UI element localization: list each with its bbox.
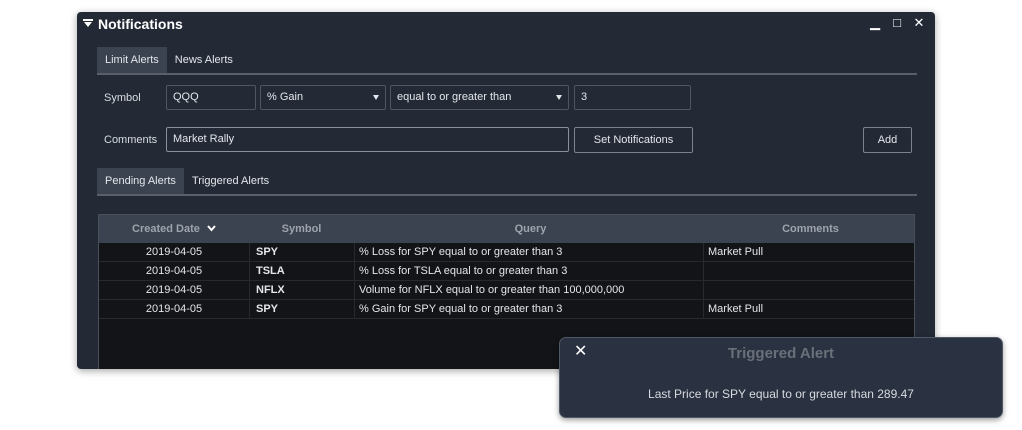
close-icon[interactable]: ✕ (911, 15, 927, 31)
cell-query: Volume for NFLX equal to or greater than… (355, 281, 704, 299)
cell-comments: Market Pull (708, 246, 764, 258)
cell-date: 2019-04-05 (99, 300, 250, 318)
cell-symbol: SPY (250, 300, 355, 318)
cell-query: % Loss for SPY equal to or greater than … (355, 243, 704, 261)
cell-symbol: TSLA (250, 262, 355, 280)
tab-triggered-alerts[interactable]: Triggered Alerts (184, 168, 277, 194)
toast-title: Triggered Alert (727, 345, 835, 362)
notifications-window: Notifications ▁ □ ✕ Limit Alerts News Al… (77, 12, 935, 369)
header-created-date[interactable]: Created Date (99, 215, 249, 243)
chevron-down-icon (556, 95, 562, 100)
header-query[interactable]: Query (354, 215, 703, 243)
chevron-down-icon (373, 95, 379, 100)
threshold-input[interactable]: 3 (574, 85, 691, 110)
comments-label: Comments (104, 134, 158, 146)
table-row[interactable]: 2019-04-05 SPY % Gain for SPY equal to o… (99, 300, 914, 319)
header-comments[interactable]: Comments (703, 215, 914, 243)
table-row[interactable]: 2019-04-05 SPY % Loss for SPY equal to o… (99, 243, 914, 262)
sort-chevron-down-icon (207, 225, 216, 232)
header-created-date-label: Created Date (132, 223, 200, 235)
cell-symbol: SPY (250, 243, 355, 261)
cell-date: 2019-04-05 (99, 281, 250, 299)
metric-select-value: % Gain (267, 91, 304, 103)
cell-comments (704, 262, 914, 280)
operator-select-value: equal to or greater than (397, 91, 512, 103)
toast-message: Last Price for SPY equal to or greater t… (648, 387, 914, 401)
triggered-alert-toast: ✕ Triggered Alert Last Price for SPY equ… (559, 337, 1003, 418)
cell-query: % Loss for TSLA equal to or greater than… (355, 262, 704, 280)
symbol-label: Symbol (104, 92, 141, 104)
metric-select[interactable]: % Gain (260, 85, 386, 110)
cell-query: % Gain for SPY equal to or greater than … (355, 300, 704, 318)
title-bar[interactable]: Notifications ▁ □ ✕ (77, 12, 935, 36)
tab-limit-alerts[interactable]: Limit Alerts (97, 47, 167, 73)
table-row[interactable]: 2019-04-05 NFLX Volume for NFLX equal to… (99, 281, 914, 300)
table-row[interactable]: 2019-04-05 TSLA % Loss for TSLA equal to… (99, 262, 914, 281)
table-header: Created Date Symbol Query Comments (99, 215, 914, 243)
tab-pending-alerts[interactable]: Pending Alerts (97, 168, 184, 194)
menu-icon[interactable] (83, 18, 93, 28)
operator-select[interactable]: equal to or greater than (390, 85, 569, 110)
alert-list-tabs: Pending Alerts Triggered Alerts (97, 168, 917, 196)
maximize-icon[interactable]: □ (889, 15, 905, 30)
minimize-icon[interactable]: ▁ (867, 15, 883, 31)
cell-date: 2019-04-05 (99, 243, 250, 261)
cell-comments (704, 281, 914, 299)
cell-date: 2019-04-05 (99, 262, 250, 280)
tab-news-alerts[interactable]: News Alerts (167, 47, 241, 73)
set-notifications-button[interactable]: Set Notifications (574, 127, 693, 153)
window-title: Notifications (98, 16, 183, 32)
cell-comments: Market Pull (708, 303, 764, 315)
comments-input[interactable]: Market Rally (166, 127, 569, 152)
cell-symbol: NFLX (250, 281, 355, 299)
alert-type-tabs: Limit Alerts News Alerts (97, 47, 917, 75)
symbol-input[interactable]: QQQ (166, 85, 256, 110)
header-symbol[interactable]: Symbol (249, 215, 354, 243)
add-button[interactable]: Add (863, 127, 912, 153)
